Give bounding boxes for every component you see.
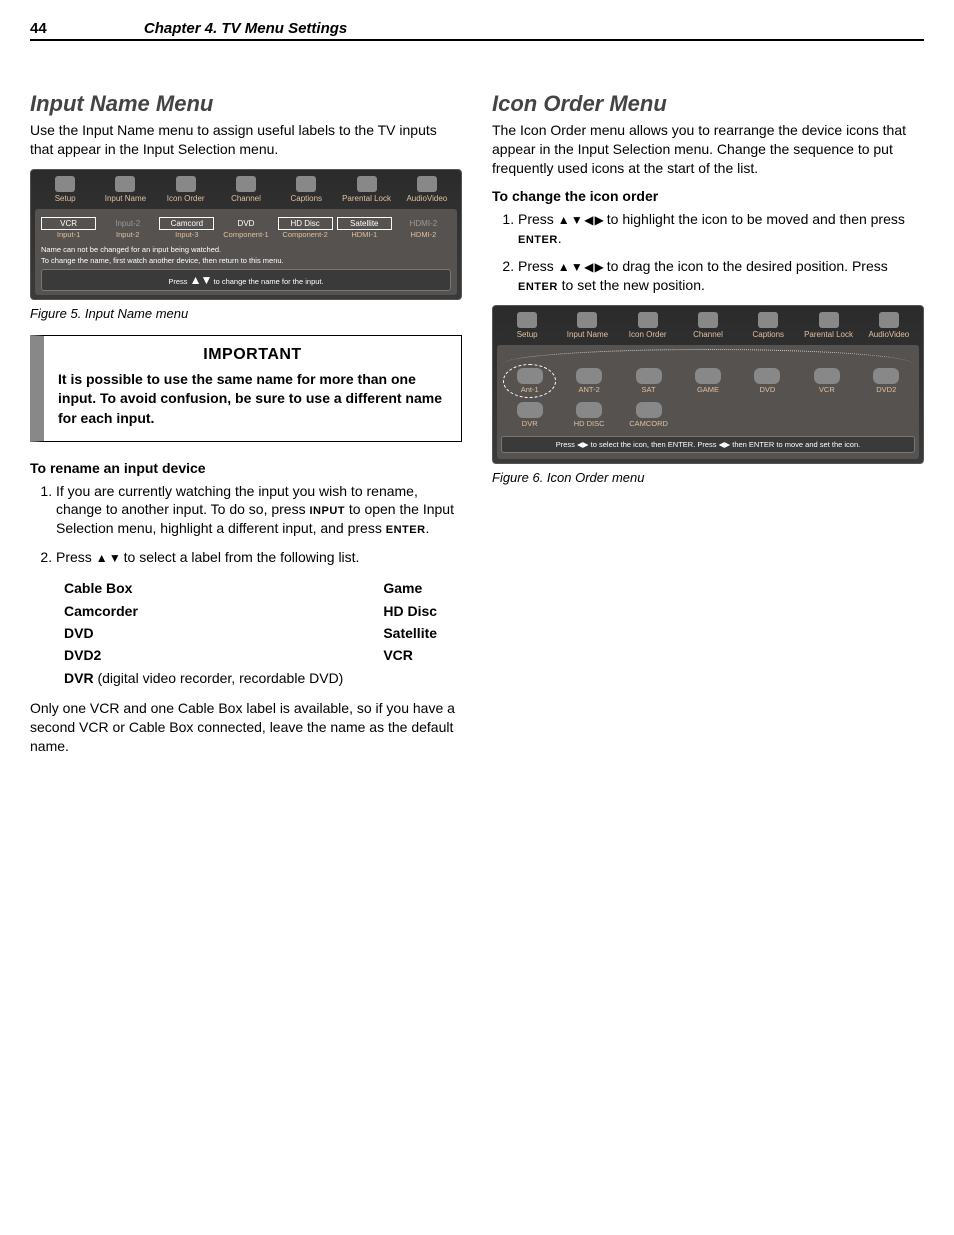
- left-column: Input Name Menu Use the Input Name menu …: [30, 91, 462, 766]
- osd-tab: Setup: [35, 174, 95, 205]
- osd-tab-label: Setup: [497, 330, 557, 339]
- osd-tab: Captions: [276, 174, 336, 205]
- osd-tab-label: Channel: [678, 330, 738, 339]
- osd-input-cell: VCRInput-1: [41, 217, 96, 239]
- osd-tab-label: Channel: [216, 194, 276, 203]
- osd-device-icon: ANT-2: [560, 366, 617, 396]
- osd-tab-icon: [176, 176, 196, 192]
- figure-6-osd: SetupInput NameIcon OrderChannelCaptions…: [492, 305, 924, 464]
- osd-device-icon: Ant-1: [501, 366, 558, 396]
- osd-device-icon: HD DISC: [560, 400, 617, 430]
- device-glyph-icon: [695, 368, 721, 384]
- osd-tab-icon: [758, 312, 778, 328]
- input-name-intro: Use the Input Name menu to assign useful…: [30, 121, 462, 159]
- osd-tab-label: Captions: [276, 194, 336, 203]
- change-order-heading: To change the icon order: [492, 188, 924, 204]
- osd-input-cell: DVDComponent-1: [218, 217, 273, 239]
- osd-input-cell: CamcordInput-3: [159, 217, 214, 239]
- osd-device-icon: DVR: [501, 400, 558, 430]
- osd-tab-label: Parental Lock: [798, 330, 858, 339]
- device-glyph-icon: [636, 402, 662, 418]
- osd-tab: Parental Lock: [336, 174, 396, 205]
- osd-tab-label: Captions: [738, 330, 798, 339]
- osd-note-1: Name can not be changed for an input bei…: [41, 245, 451, 254]
- rename-heading: To rename an input device: [30, 460, 462, 476]
- osd-tab-icon: [638, 312, 658, 328]
- label-list: Cable Box Camcorder DVD DVD2 DVR (digita…: [64, 577, 462, 689]
- important-box: IMPORTANT It is possible to use the same…: [30, 335, 462, 442]
- device-glyph-icon: [517, 368, 543, 384]
- osd-tab-icon: [357, 176, 377, 192]
- osd-tab-icon: [115, 176, 135, 192]
- osd-tab-icon: [698, 312, 718, 328]
- osd-tab-label: Parental Lock: [336, 194, 396, 203]
- osd-tab: AudioVideo: [397, 174, 457, 205]
- osd-tab-icon: [577, 312, 597, 328]
- osd-tab-label: AudioVideo: [397, 194, 457, 203]
- chapter-title: Chapter 4. TV Menu Settings: [144, 20, 347, 37]
- osd-tab-icon: [296, 176, 316, 192]
- osd-tab-icon: [236, 176, 256, 192]
- osd-input-cell: HD DiscComponent-2: [278, 217, 333, 239]
- osd-tab: Parental Lock: [798, 310, 858, 341]
- rename-step-2: Press ▲ ▼ to select a label from the fol…: [56, 548, 462, 567]
- osd-tab-icon: [417, 176, 437, 192]
- osd-tab-label: AudioVideo: [859, 330, 919, 339]
- important-title: IMPORTANT: [58, 346, 447, 364]
- osd-tab: Channel: [216, 174, 276, 205]
- osd-device-icon: DVD: [739, 366, 796, 396]
- osd-status-bar: Press ▲▼ to change the name for the inpu…: [41, 269, 451, 291]
- osd-device-icon: CAMCORD: [620, 400, 677, 430]
- right-column: Icon Order Menu The Icon Order menu allo…: [492, 91, 924, 766]
- osd-input-cell: SatelliteHDMI-1: [337, 217, 392, 239]
- label-note: Only one VCR and one Cable Box label is …: [30, 699, 462, 756]
- figure-5-caption: Figure 5. Input Name menu: [30, 306, 462, 321]
- device-glyph-icon: [576, 402, 602, 418]
- osd-device-icon: GAME: [679, 366, 736, 396]
- osd-tab-label: Input Name: [95, 194, 155, 203]
- osd-status-bar-2: Press ◀▶ to select the icon, then ENTER.…: [501, 436, 915, 453]
- icon-order-heading: Icon Order Menu: [492, 91, 924, 117]
- osd-tab-icon: [819, 312, 839, 328]
- osd-tab-icon: [55, 176, 75, 192]
- osd-device-icon: SAT: [620, 366, 677, 396]
- page-number: 44: [30, 20, 140, 37]
- order-step-2: Press ▲ ▼ ◀ ▶ to drag the icon to the de…: [518, 257, 924, 295]
- figure-5-osd: SetupInput NameIcon OrderChannelCaptions…: [30, 169, 462, 300]
- osd-tab: Input Name: [95, 174, 155, 205]
- osd-tab-label: Input Name: [557, 330, 617, 339]
- osd-tab: Channel: [678, 310, 738, 341]
- device-glyph-icon: [873, 368, 899, 384]
- osd-tab: Input Name: [557, 310, 617, 341]
- figure-6-caption: Figure 6. Icon Order menu: [492, 470, 924, 485]
- rename-step-1: If you are currently watching the input …: [56, 482, 462, 539]
- icon-order-intro: The Icon Order menu allows you to rearra…: [492, 121, 924, 178]
- osd-device-icon: DVD2: [858, 366, 915, 396]
- input-name-heading: Input Name Menu: [30, 91, 462, 117]
- device-glyph-icon: [814, 368, 840, 384]
- osd-tab: Setup: [497, 310, 557, 341]
- osd-tab-label: Setup: [35, 194, 95, 203]
- osd-note-2: To change the name, first watch another …: [41, 256, 451, 265]
- osd-input-cell: HDMI-2HDMI-2: [396, 217, 451, 239]
- order-step-1: Press ▲ ▼ ◀ ▶ to highlight the icon to b…: [518, 210, 924, 248]
- device-glyph-icon: [636, 368, 662, 384]
- osd-tab-label: Icon Order: [618, 330, 678, 339]
- osd-tab: Icon Order: [618, 310, 678, 341]
- osd-tab: AudioVideo: [859, 310, 919, 341]
- osd-tab: Icon Order: [156, 174, 216, 205]
- osd-input-cell: Input-2Input-2: [100, 217, 155, 239]
- page-header: 44 Chapter 4. TV Menu Settings: [30, 20, 924, 41]
- device-glyph-icon: [754, 368, 780, 384]
- osd-tab-icon: [517, 312, 537, 328]
- osd-tab-icon: [879, 312, 899, 328]
- osd-tab-label: Icon Order: [156, 194, 216, 203]
- osd-device-icon: VCR: [798, 366, 855, 396]
- device-glyph-icon: [576, 368, 602, 384]
- osd-tab: Captions: [738, 310, 798, 341]
- device-glyph-icon: [517, 402, 543, 418]
- important-body: It is possible to use the same name for …: [58, 370, 447, 429]
